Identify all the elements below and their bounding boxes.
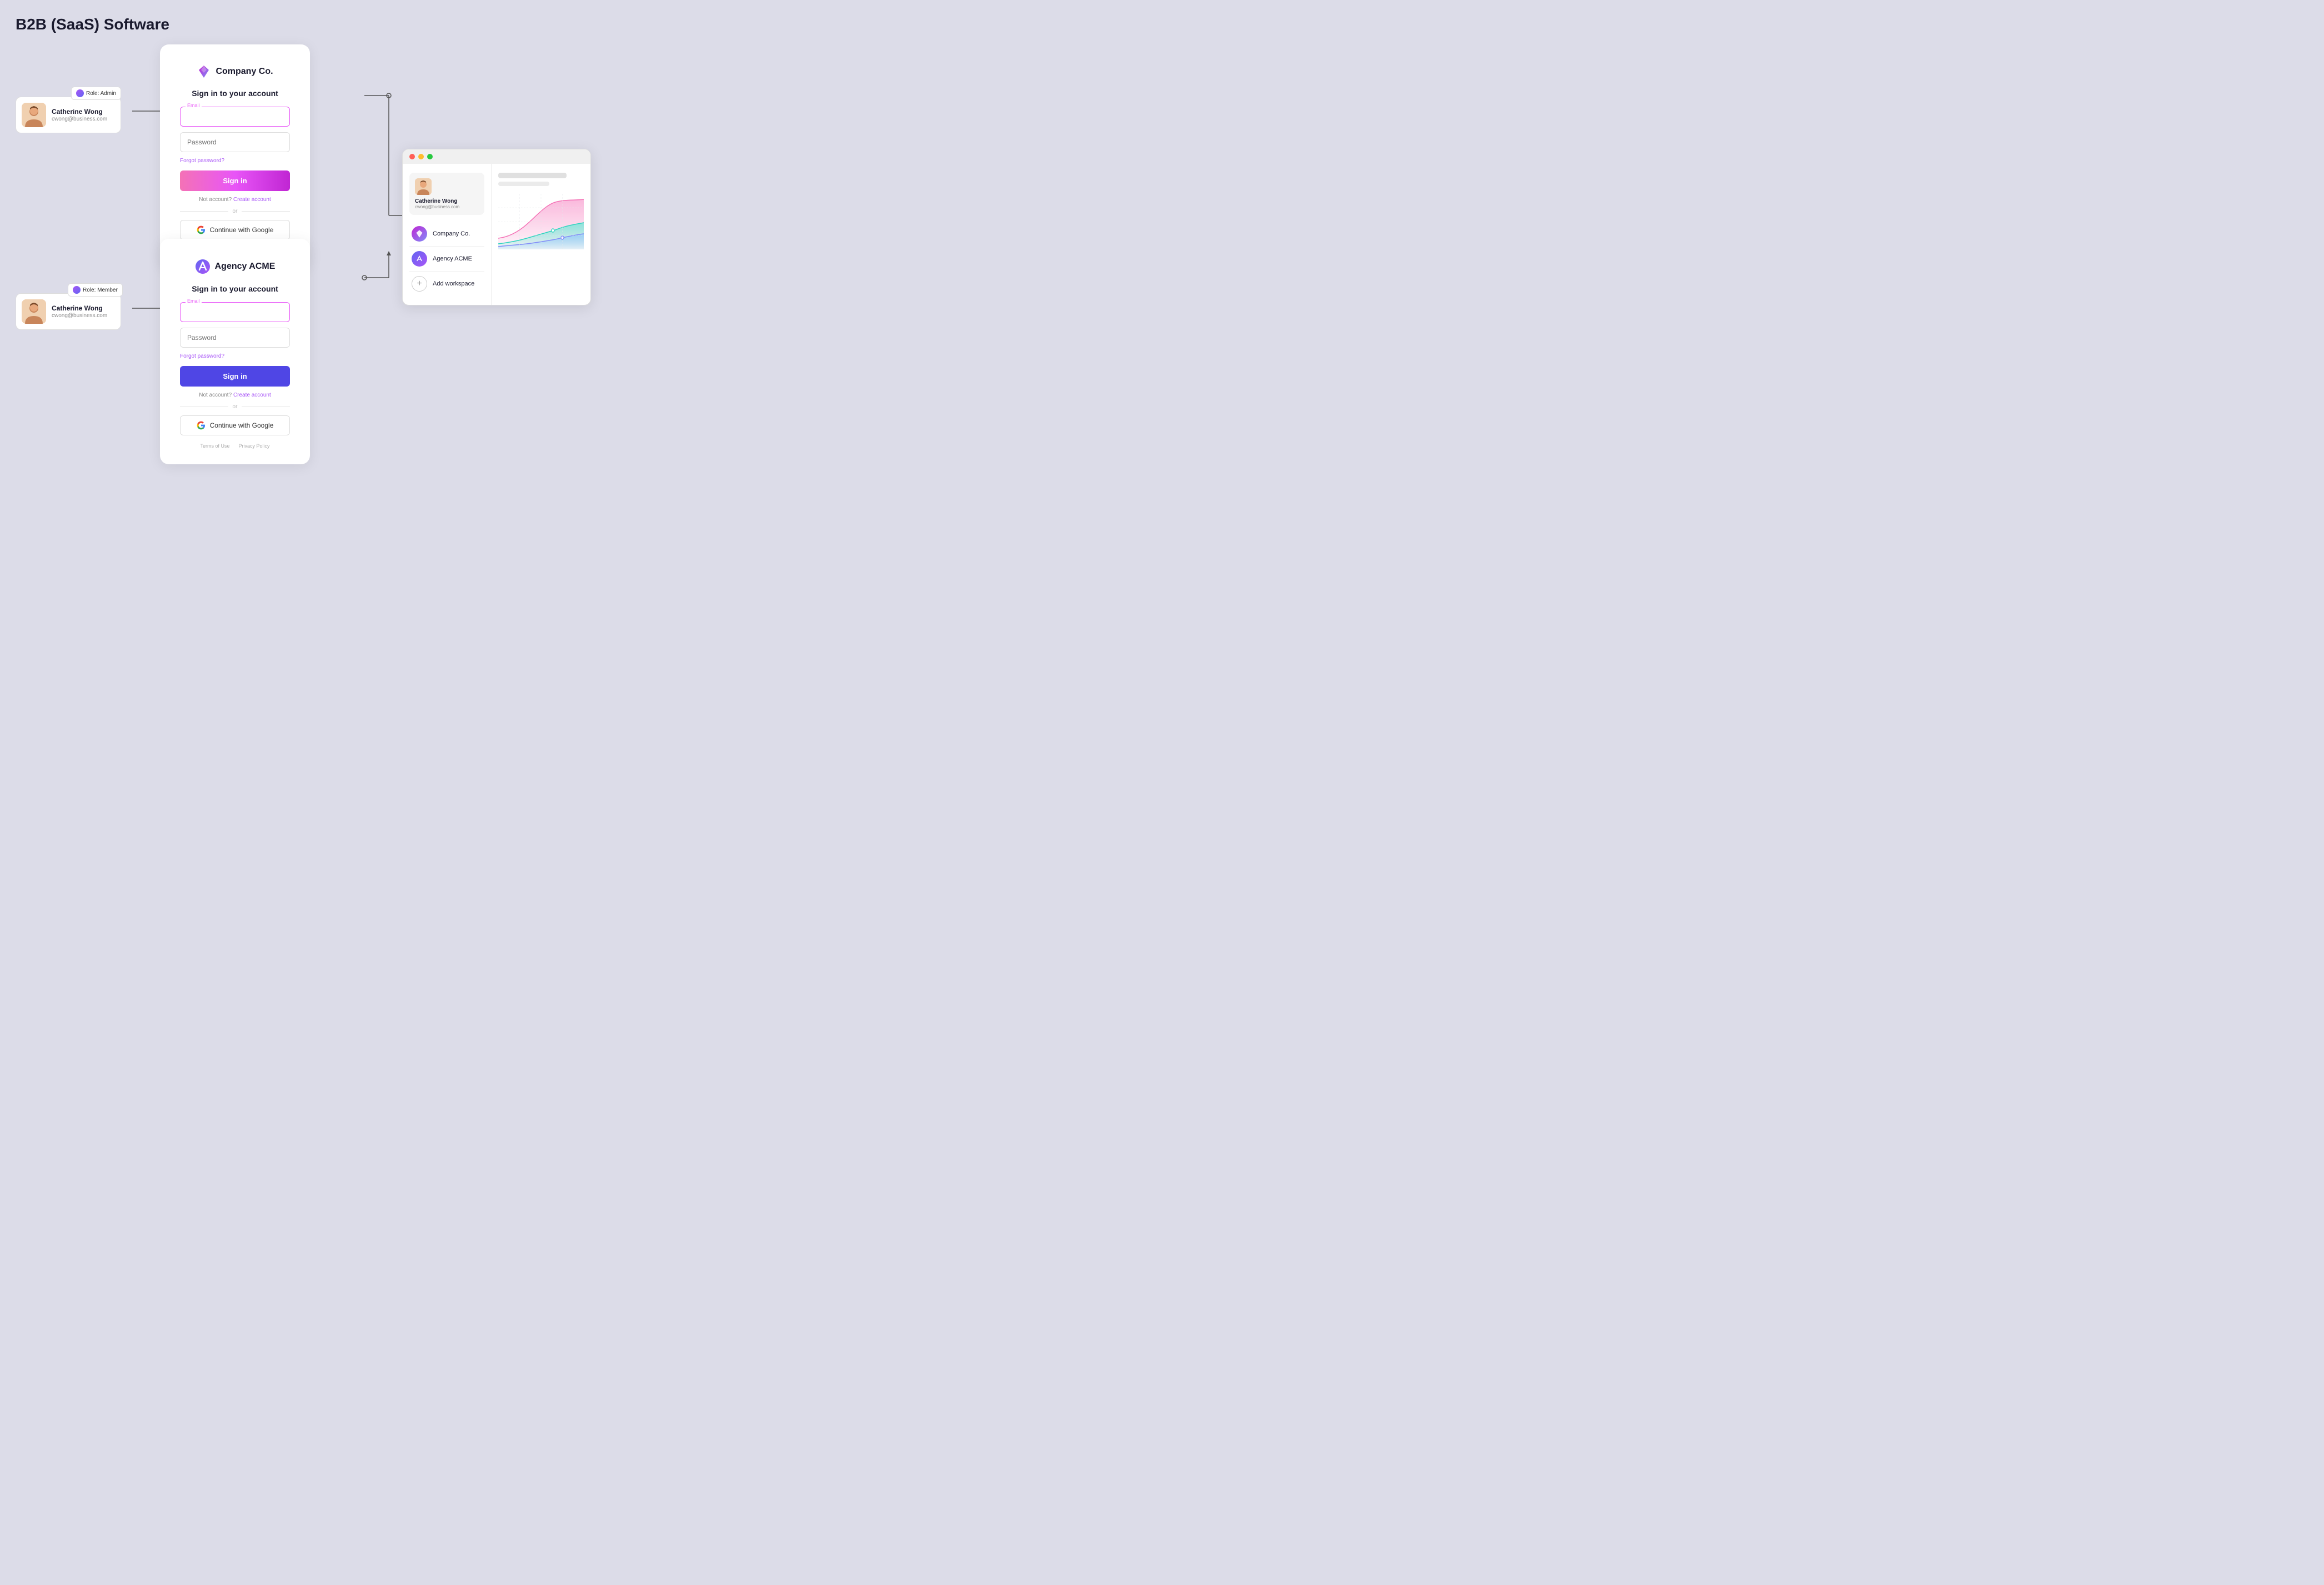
ws-name-add: Add workspace: [433, 280, 474, 287]
ws-icon-agency: [412, 251, 427, 267]
role-icon-admin: [76, 89, 84, 97]
password-field-agency: [180, 328, 290, 348]
ws-item-company[interactable]: Company Co.: [409, 222, 484, 247]
page-title: B2B (SaaS) Software: [0, 0, 581, 33]
ws-dot-green[interactable]: [427, 154, 433, 159]
user-card-member: Catherine Wong cwong@business.com: [16, 293, 121, 330]
ws-dot-red[interactable]: [409, 154, 415, 159]
user-name-member: Catherine Wong: [52, 304, 113, 312]
ws-body: Catherine Wong cwong@business.com Compan…: [403, 164, 590, 305]
ws-item-agency[interactable]: Agency ACME: [409, 247, 484, 272]
divider-company: or: [180, 208, 290, 214]
login-card-company: Company Co. Sign in to your account Emai…: [160, 44, 310, 269]
ws-add-icon: +: [412, 276, 427, 292]
forgot-link-company[interactable]: Forgot password?: [180, 158, 290, 164]
ws-toolbar: [403, 149, 590, 164]
card-title-agency: Sign in to your account: [180, 284, 290, 293]
ws-header-bar2: [498, 182, 549, 186]
user-email-member: cwong@business.com: [52, 313, 113, 319]
ws-user-email: cwong@business.com: [415, 204, 479, 209]
ws-name-agency: Agency ACME: [433, 255, 472, 262]
ws-sidebar: Catherine Wong cwong@business.com Compan…: [403, 164, 492, 305]
create-account-agency: Not account? Create account: [180, 392, 290, 398]
password-field-company: [180, 132, 290, 152]
ws-user-name: Catherine Wong: [415, 198, 479, 204]
login-card-agency: Agency ACME Sign in to your account Emai…: [160, 239, 310, 464]
create-account-company: Not account? Create account: [180, 197, 290, 203]
google-icon-agency: [197, 421, 206, 430]
user-name-admin: Catherine Wong: [52, 108, 113, 116]
ws-name-company: Company Co.: [433, 230, 470, 237]
divider-agency: or: [180, 404, 290, 410]
ws-icon-company: [412, 226, 427, 242]
forgot-link-agency[interactable]: Forgot password?: [180, 353, 290, 359]
brand-company: Company Co.: [180, 64, 290, 79]
card-title-company: Sign in to your account: [180, 89, 290, 98]
google-btn-company[interactable]: Continue with Google: [180, 220, 290, 240]
brand-agency: Agency ACME: [180, 259, 290, 274]
password-input-company[interactable]: [180, 132, 290, 152]
create-account-link-agency[interactable]: Create account: [233, 392, 271, 398]
sign-in-btn-company[interactable]: Sign in: [180, 170, 290, 191]
role-icon-member: [73, 286, 81, 294]
workspace-panel: Catherine Wong cwong@business.com Compan…: [402, 149, 591, 305]
email-input-company[interactable]: [180, 107, 290, 127]
google-icon-company: [197, 225, 206, 234]
ws-main: [492, 164, 590, 305]
ws-chart: [498, 194, 584, 249]
user-info-admin: Catherine Wong cwong@business.com: [52, 108, 113, 122]
ws-user-avatar: [415, 178, 432, 195]
ws-item-add[interactable]: + Add workspace: [409, 272, 484, 296]
sign-in-btn-agency[interactable]: Sign in: [180, 366, 290, 387]
role-badge-member: Role: Member: [68, 283, 123, 297]
create-account-link-company[interactable]: Create account: [233, 197, 271, 203]
user-info-member: Catherine Wong cwong@business.com: [52, 304, 113, 319]
brand-name-agency: Agency ACME: [215, 262, 276, 272]
avatar-admin: [22, 103, 46, 127]
password-input-agency[interactable]: [180, 328, 290, 348]
company-logo-icon: [197, 64, 211, 79]
google-btn-agency[interactable]: Continue with Google: [180, 415, 290, 435]
agency-logo-icon: [195, 259, 211, 274]
role-badge-admin: Role: Admin: [71, 87, 121, 100]
avatar-member: [22, 299, 46, 324]
user-card-admin: Catherine Wong cwong@business.com: [16, 97, 121, 133]
ws-user-profile: Catherine Wong cwong@business.com: [409, 173, 484, 215]
user-email-admin: cwong@business.com: [52, 116, 113, 122]
ws-dot-yellow[interactable]: [418, 154, 424, 159]
ws-header-bar: [498, 173, 567, 178]
email-field-company: Email: [180, 107, 290, 127]
footer-links-agency: Terms of Use Privacy Policy: [180, 443, 290, 449]
brand-name-company: Company Co.: [216, 67, 273, 77]
email-field-agency: Email: [180, 302, 290, 322]
email-input-agency[interactable]: [180, 302, 290, 322]
